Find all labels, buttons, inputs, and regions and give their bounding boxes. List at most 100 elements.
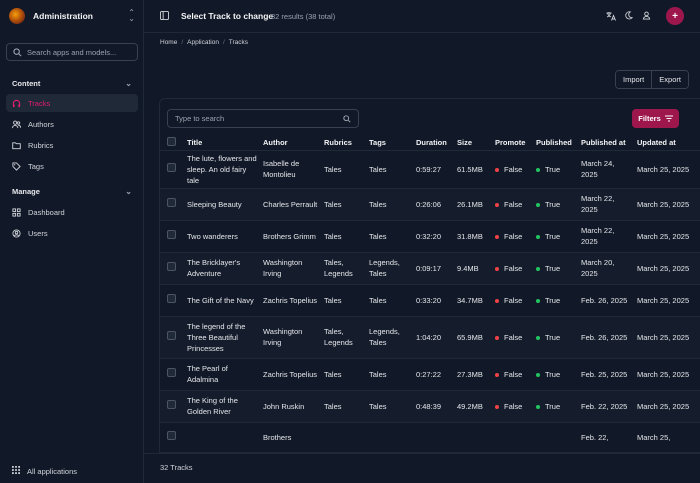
table-row[interactable]: Two wanderers Brothers Grimm Tales Tales 0:3… (160, 220, 700, 252)
section-content[interactable]: Content ⌄ (12, 77, 132, 89)
user-circle-icon (12, 228, 21, 238)
filters-button[interactable]: Filters (632, 109, 679, 128)
moon-icon[interactable] (624, 11, 634, 22)
cell-title[interactable]: The lute, flowers and sleep. An old fair… (187, 150, 263, 188)
column-header-published[interactable]: Published (536, 136, 581, 150)
cell-title[interactable] (187, 422, 263, 452)
dashboard-icon (12, 207, 21, 217)
column-header-published-at[interactable]: Published at (581, 136, 637, 150)
table-row[interactable]: The legend of the Three Beautiful Prince… (160, 316, 700, 358)
row-checkbox[interactable] (167, 198, 176, 207)
row-checkbox[interactable] (167, 294, 176, 303)
cell-author: Washington Irving (263, 316, 324, 358)
breadcrumb-separator: / (222, 39, 225, 46)
cell-title[interactable]: The Pearl of Adalmina (187, 358, 263, 390)
cell-text: Feb. 25, 2025 (581, 369, 628, 379)
search-apps-field[interactable] (6, 43, 138, 61)
column-header-duration[interactable]: Duration (416, 136, 457, 150)
cell-tags: Legends, Tales (369, 316, 416, 358)
app-switcher[interactable]: Administration ⌃ ⌄ (9, 7, 135, 25)
column-header-promote[interactable]: Promote (495, 136, 536, 150)
row-checkbox[interactable] (167, 331, 176, 340)
users-icon (12, 120, 21, 129)
column-header-rubrics[interactable]: Rubrics (324, 136, 369, 150)
import-button[interactable]: Import (616, 71, 652, 88)
app-name: Administration (33, 11, 93, 21)
search-field[interactable] (167, 109, 359, 128)
sidebar-item-tracks[interactable]: Tracks (6, 94, 138, 112)
sidebar-toggle-icon[interactable] (160, 11, 169, 22)
cell-size: 65.9MB (457, 316, 495, 358)
cell-text: The legend of the Three Beautiful Prince… (187, 321, 246, 353)
cell-duration: 1:04:20 (416, 316, 457, 358)
sidebar-item-tags[interactable]: Tags (6, 157, 138, 175)
column-header-title[interactable]: Title (187, 136, 263, 150)
translate-icon[interactable] (606, 11, 616, 23)
cell-duration: 0:32:20 (416, 220, 457, 252)
all-applications-link[interactable]: All applications (12, 466, 77, 476)
row-checkbox[interactable] (167, 230, 176, 239)
cell-text: True (545, 332, 561, 342)
row-checkbox[interactable] (167, 163, 176, 172)
export-button[interactable]: Export (651, 71, 688, 88)
cell-tags: Tales (369, 358, 416, 390)
cell-text: False (504, 401, 523, 411)
filters-label: Filters (638, 114, 661, 123)
table-row[interactable]: The Pearl of Adalmina Zachris Topelius Tal… (160, 358, 700, 390)
breadcrumb-home[interactable]: Home (160, 39, 177, 46)
true-status-dot-icon (536, 167, 540, 172)
section-manage[interactable]: Manage ⌄ (12, 185, 132, 197)
cell-published-at: March 22, 2025 (581, 220, 637, 252)
cell-tags (369, 422, 416, 452)
cell-rubrics: Tales (324, 284, 369, 316)
true-status-dot-icon (536, 404, 540, 409)
table-row[interactable]: The Bricklayer's Adventure Washington Irv… (160, 252, 700, 284)
cell-text: March 25, 2025 (637, 295, 690, 305)
column-header-tags[interactable]: Tags (369, 136, 416, 150)
table-row[interactable]: Sleeping Beauty Charles Perrault Tales Tale… (160, 188, 700, 220)
add-track-button[interactable]: + (666, 7, 684, 25)
cell-text: False (504, 295, 523, 305)
cell-text: False (504, 263, 523, 273)
sidebar-item-rubrics[interactable]: Rubrics (6, 136, 138, 154)
cell-title[interactable]: The Gift of the Navy (187, 284, 263, 316)
row-checkbox[interactable] (167, 400, 176, 409)
sidebar-item-authors[interactable]: Authors (6, 115, 138, 133)
cell-updated-at: March 25, 2025 (637, 390, 700, 422)
false-status-dot-icon (495, 167, 499, 172)
cell-title[interactable]: Sleeping Beauty (187, 188, 263, 220)
select-all-checkbox[interactable] (167, 137, 176, 147)
table-row[interactable]: The King of the Golden River John Ruskin T… (160, 390, 700, 422)
cell-text: March 25, (637, 432, 671, 442)
chevron-down-icon: ⌄ (125, 78, 132, 88)
user-icon[interactable] (642, 11, 651, 22)
sidebar-item-users[interactable]: Users (6, 224, 138, 242)
cell-size: 31.8MB (457, 220, 495, 252)
cell-text: 49.2MB (457, 401, 483, 411)
table-row[interactable]: Brothers Feb. 22, March 25, (160, 422, 700, 452)
column-header-updated-at[interactable]: Updated at (637, 136, 700, 150)
row-checkbox[interactable] (167, 368, 176, 377)
cell-text: True (545, 401, 561, 411)
table-row[interactable]: The Gift of the Navy Zachris Topelius Tale… (160, 284, 700, 316)
row-checkbox[interactable] (167, 431, 176, 441)
sidebar-item-dashboard[interactable]: Dashboard (6, 203, 138, 221)
cell-text: Tales (324, 164, 342, 174)
cell-title[interactable]: The legend of the Three Beautiful Prince… (187, 316, 263, 358)
search-apps-input[interactable] (27, 47, 132, 57)
cell-text: Sleeping Beauty (187, 199, 242, 209)
search-input[interactable] (175, 114, 343, 123)
cell-text: Tales (324, 369, 342, 379)
column-header-author[interactable]: Author (263, 136, 324, 150)
folder-icon (12, 141, 21, 150)
cell-published (536, 422, 581, 452)
table-row[interactable]: The lute, flowers and sleep. An old fair… (160, 150, 700, 188)
cell-title[interactable]: The King of the Golden River (187, 390, 263, 422)
cell-title[interactable]: Two wanderers (187, 220, 263, 252)
column-header-size[interactable]: Size (457, 136, 495, 150)
cell-title[interactable]: The Bricklayer's Adventure (187, 252, 263, 284)
row-checkbox[interactable] (167, 262, 176, 271)
cell-text: True (545, 369, 561, 379)
cell-rubrics: Tales (324, 390, 369, 422)
breadcrumb-application[interactable]: Application (187, 39, 219, 46)
